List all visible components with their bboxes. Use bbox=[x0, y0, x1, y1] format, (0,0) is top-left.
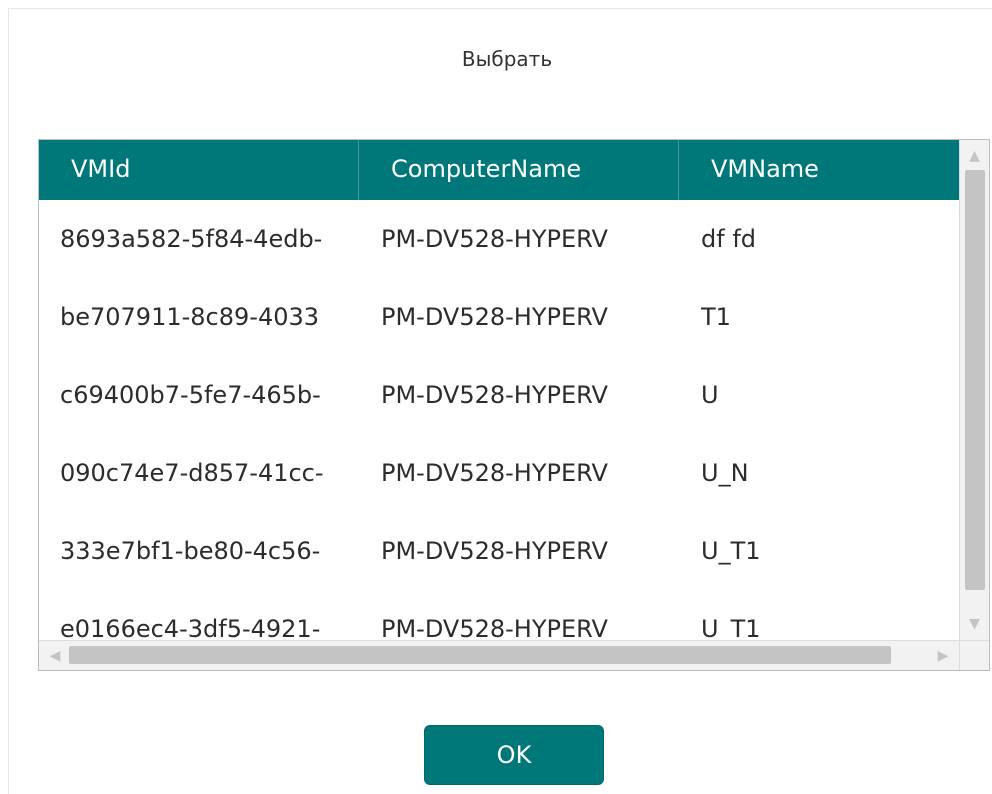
cell-vmid: 333e7bf1-be80-4c56- bbox=[60, 537, 321, 565]
cell-vmname: U_T1 bbox=[701, 537, 761, 565]
scroll-down-icon[interactable]: ▼ bbox=[960, 610, 989, 638]
cell-computername: PM-DV528-HYPERV bbox=[381, 615, 608, 642]
table-header: VMId ComputerName VMName bbox=[39, 140, 959, 200]
column-header-vmid[interactable]: VMId bbox=[39, 140, 359, 200]
table-row[interactable]: 8693a582-5f84-4edb- PM-DV528-HYPERV df f… bbox=[39, 200, 959, 278]
cell-computername: PM-DV528-HYPERV bbox=[381, 303, 608, 331]
cell-computername: PM-DV528-HYPERV bbox=[381, 381, 608, 409]
dialog-title: Выбрать bbox=[461, 47, 553, 71]
column-header-computername[interactable]: ComputerName bbox=[359, 140, 679, 200]
cell-vmname: df fd bbox=[701, 225, 756, 253]
ok-button[interactable]: OK bbox=[424, 725, 604, 785]
cell-vmid: e0166ec4-3df5-4921- bbox=[60, 615, 321, 642]
scroll-left-icon[interactable]: ◀ bbox=[41, 641, 69, 670]
table-row[interactable]: e0166ec4-3df5-4921- PM-DV528-HYPERV U_T1 bbox=[39, 590, 959, 642]
cell-computername: PM-DV528-HYPERV bbox=[381, 225, 608, 253]
cell-vmname: U_T1 bbox=[701, 615, 761, 642]
table-row[interactable]: 090c74e7-d857-41cc- PM-DV528-HYPERV U_N bbox=[39, 434, 959, 512]
vertical-scrollbar[interactable]: ▲ ▼ bbox=[959, 140, 989, 640]
vm-table: VMId ComputerName VMName 8693a582-5f84-4… bbox=[38, 139, 990, 671]
horizontal-scroll-thumb[interactable] bbox=[69, 646, 891, 664]
horizontal-scrollbar[interactable]: ◀ ▶ bbox=[39, 640, 959, 670]
cell-vmid: 090c74e7-d857-41cc- bbox=[60, 459, 324, 487]
cell-vmname: T1 bbox=[701, 303, 731, 331]
select-dialog: Выбрать VMId ComputerName VMName 8693a58… bbox=[8, 8, 992, 794]
cell-vmname: U bbox=[701, 381, 719, 409]
table-body: 8693a582-5f84-4edb- PM-DV528-HYPERV df f… bbox=[39, 200, 959, 642]
scroll-right-icon[interactable]: ▶ bbox=[929, 641, 957, 670]
cell-computername: PM-DV528-HYPERV bbox=[381, 459, 608, 487]
cell-vmid: be707911-8c89-4033 bbox=[60, 303, 320, 331]
vertical-scroll-thumb[interactable] bbox=[965, 170, 985, 590]
column-header-vmname[interactable]: VMName bbox=[679, 140, 959, 200]
scroll-up-icon[interactable]: ▲ bbox=[960, 142, 989, 170]
table-row[interactable]: 333e7bf1-be80-4c56- PM-DV528-HYPERV U_T1 bbox=[39, 512, 959, 590]
table-row[interactable]: be707911-8c89-4033 PM-DV528-HYPERV T1 bbox=[39, 278, 959, 356]
scrollbar-corner bbox=[959, 640, 989, 670]
table-row[interactable]: c69400b7-5fe7-465b- PM-DV528-HYPERV U bbox=[39, 356, 959, 434]
cell-vmname: U_N bbox=[701, 459, 749, 487]
cell-computername: PM-DV528-HYPERV bbox=[381, 537, 608, 565]
cell-vmid: 8693a582-5f84-4edb- bbox=[60, 225, 323, 253]
cell-vmid: c69400b7-5fe7-465b- bbox=[60, 381, 321, 409]
